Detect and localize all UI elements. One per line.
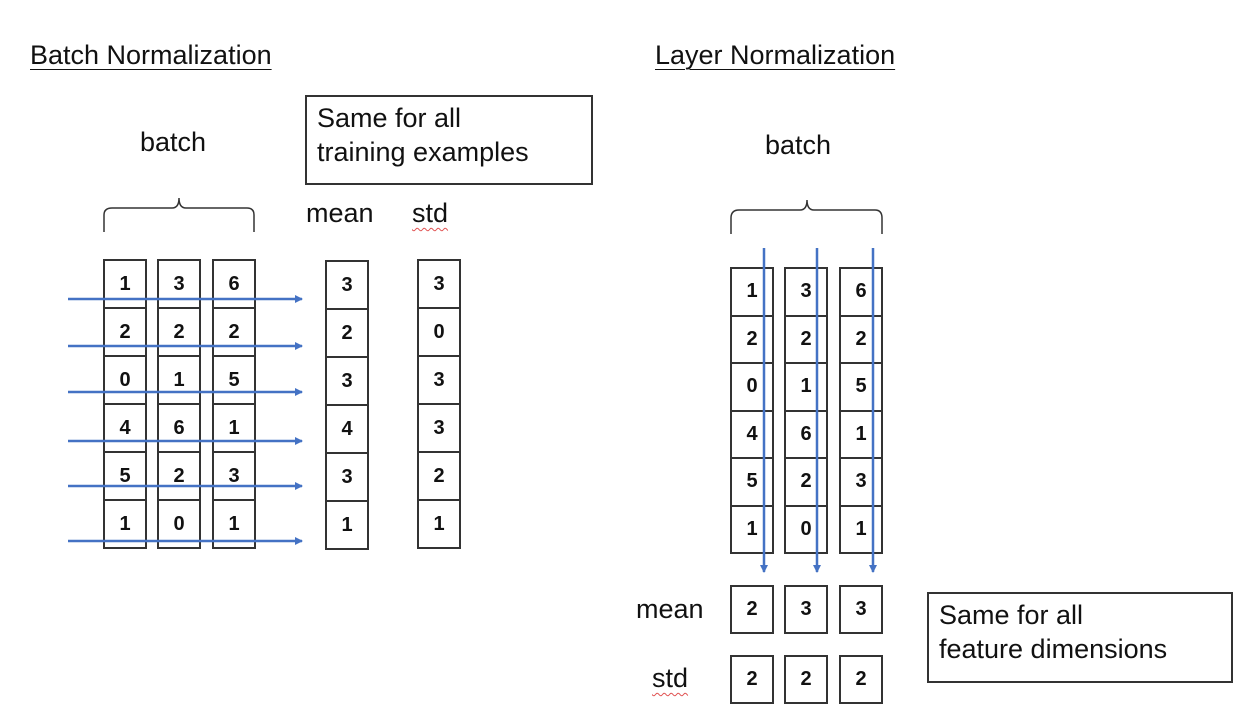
layer-norm-title: Layer Normalization xyxy=(655,40,896,70)
batch-norm-cell: 6 xyxy=(157,403,201,453)
layer-norm-cell: 1 xyxy=(784,362,828,412)
batch-norm-mean-cell: 2 xyxy=(325,308,369,358)
layer-norm-cell: 1 xyxy=(730,504,774,554)
layer-norm-cell: 1 xyxy=(730,267,774,317)
layer-norm-std-cell: 2 xyxy=(839,655,883,704)
layer-norm-mean-cell: 2 xyxy=(730,585,774,634)
batch-norm-cell: 2 xyxy=(157,451,201,501)
batch-norm-cell: 2 xyxy=(212,307,256,357)
layer-norm-std-cell: 2 xyxy=(730,655,774,704)
layer-norm-cell: 5 xyxy=(839,362,883,412)
layer-norm-note-line1: Same for all xyxy=(939,600,1084,630)
layer-norm-mean-cell: 3 xyxy=(784,585,828,634)
batch-norm-std-cell: 3 xyxy=(417,403,461,453)
layer-norm-cell: 0 xyxy=(784,504,828,554)
layer-norm-cell: 5 xyxy=(730,457,774,507)
layer-norm-cell: 1 xyxy=(839,409,883,459)
batch-norm-mean-cell: 3 xyxy=(325,260,369,310)
batch-norm-cell: 0 xyxy=(157,499,201,549)
batch-norm-mean-label: mean xyxy=(306,198,374,228)
batch-norm-cell: 0 xyxy=(103,355,147,405)
layer-norm-std-text: std xyxy=(652,663,689,693)
batch-norm-cell: 1 xyxy=(157,355,201,405)
batch-norm-brace xyxy=(103,197,255,232)
batch-norm-mean-cell: 3 xyxy=(325,452,369,502)
batch-norm-std-cell: 3 xyxy=(417,355,461,405)
batch-norm-std-text: std xyxy=(412,198,449,228)
layer-norm-std-label: std xyxy=(652,663,688,694)
layer-norm-cell: 6 xyxy=(839,267,883,317)
batch-norm-cell: 3 xyxy=(157,259,201,309)
batch-norm-std-cell: 1 xyxy=(417,499,461,549)
batch-norm-cell: 1 xyxy=(103,499,147,549)
batch-norm-cell: 5 xyxy=(103,451,147,501)
batch-norm-cell: 3 xyxy=(212,451,256,501)
batch-norm-mean-cell: 4 xyxy=(325,404,369,454)
batch-norm-mean-cell: 3 xyxy=(325,356,369,406)
layer-norm-mean-cell: 3 xyxy=(839,585,883,634)
batch-norm-cell: 1 xyxy=(103,259,147,309)
batch-norm-cell: 5 xyxy=(212,355,256,405)
batch-norm-std-cell: 2 xyxy=(417,451,461,501)
batch-norm-note: Same for all training examples xyxy=(305,95,593,185)
layer-norm-cell: 2 xyxy=(784,314,828,364)
layer-norm-cell: 3 xyxy=(784,267,828,317)
layer-norm-cell: 2 xyxy=(839,314,883,364)
batch-norm-std-cell: 0 xyxy=(417,307,461,357)
layer-norm-cell: 2 xyxy=(730,314,774,364)
batch-norm-title: Batch Normalization xyxy=(30,40,272,70)
batch-norm-cell: 2 xyxy=(157,307,201,357)
batch-norm-mean-cell: 1 xyxy=(325,500,369,550)
batch-norm-note-line1: Same for all xyxy=(317,103,462,133)
batch-norm-cell: 1 xyxy=(212,403,256,453)
layer-norm-std-cell: 2 xyxy=(784,655,828,704)
layer-norm-note-line2: feature dimensions xyxy=(939,634,1168,664)
batch-norm-batch-label: batch xyxy=(140,127,207,157)
layer-norm-brace xyxy=(730,199,883,234)
batch-norm-cell: 1 xyxy=(212,499,256,549)
layer-norm-cell: 3 xyxy=(839,457,883,507)
layer-norm-cell: 6 xyxy=(784,409,828,459)
layer-norm-cell: 4 xyxy=(730,409,774,459)
batch-norm-cell: 6 xyxy=(212,259,256,309)
batch-norm-cell: 4 xyxy=(103,403,147,453)
batch-norm-note-line2: training examples xyxy=(317,137,529,167)
layer-norm-cell: 1 xyxy=(839,504,883,554)
batch-norm-cell: 2 xyxy=(103,307,147,357)
layer-norm-note: Same for all feature dimensions xyxy=(927,592,1233,683)
layer-norm-batch-label: batch xyxy=(765,130,832,160)
layer-norm-cell: 0 xyxy=(730,362,774,412)
batch-norm-std-label: std xyxy=(412,198,448,229)
batch-norm-std-cell: 3 xyxy=(417,259,461,309)
layer-norm-mean-label: mean xyxy=(636,594,704,624)
layer-norm-cell: 2 xyxy=(784,457,828,507)
